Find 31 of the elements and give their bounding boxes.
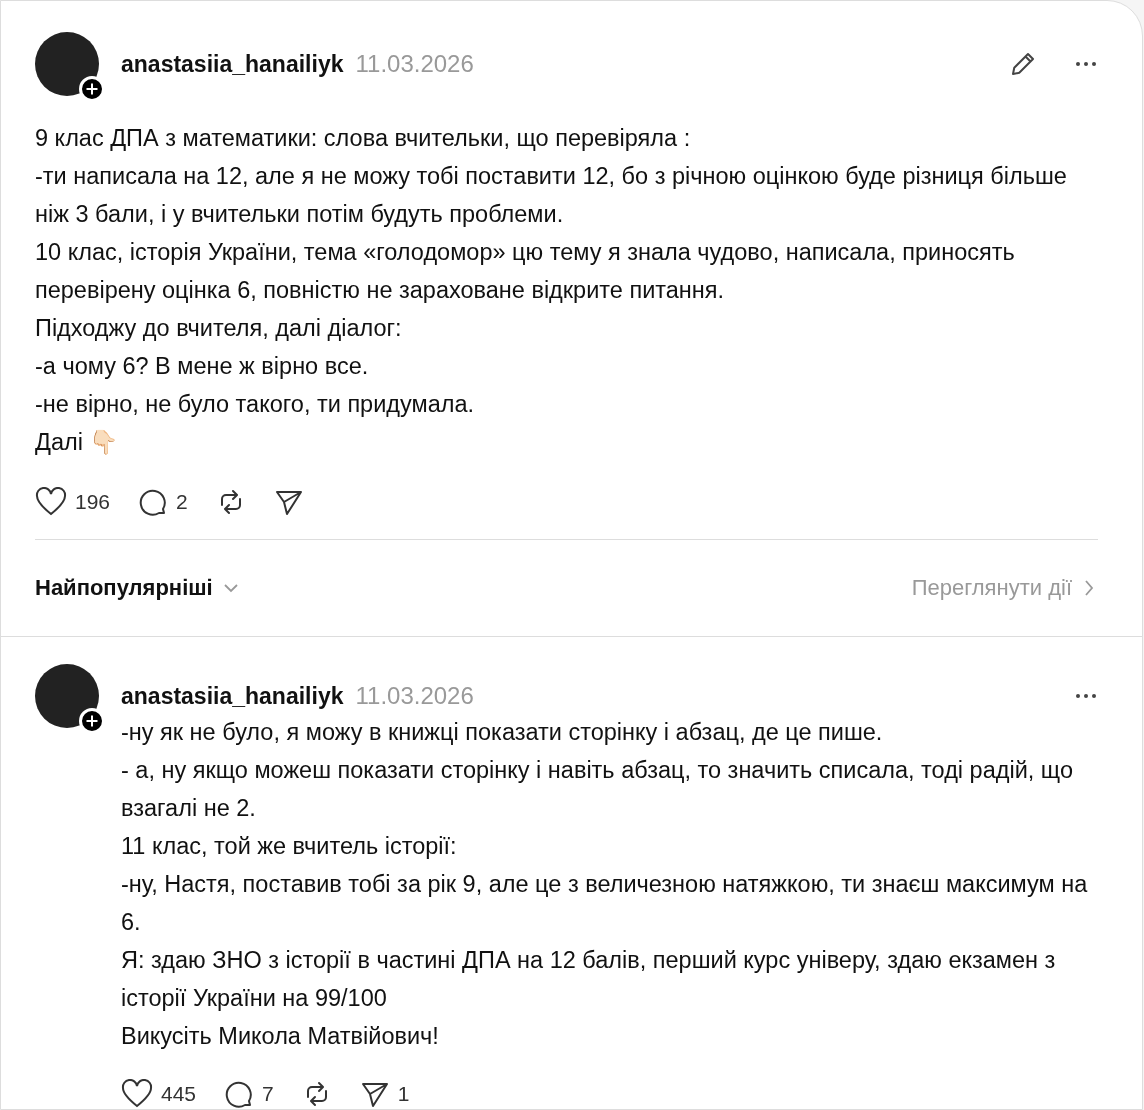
speech-bubble-icon[interactable]	[138, 487, 169, 517]
post-text: 10 клас, історія України, тема «голодомор» цю тему я знала чудово, написала, приносять перевірену оцінка 6, повністю не зараховане відкрите питання.	[35, 238, 1016, 305]
chevron-right-icon	[1084, 579, 1094, 597]
post-date: 11.03.2026	[355, 50, 474, 78]
action-count: 2	[176, 490, 188, 514]
chevron-down-icon	[222, 583, 239, 593]
post-text: Я: здаю ЗНО з історії в частині ДПА на 12 балів, перший курс універу, здаю екзамен з історії України на 99/100	[121, 946, 1057, 1013]
post-text: Підходжу до вчителя, далі діалог:	[35, 314, 403, 343]
post-text: 11 клас, той же вчитель історії:	[121, 832, 458, 861]
post-text: -не вірно, не було такого, ти придумала.	[35, 390, 476, 419]
post-text: Далі 👇🏻	[35, 428, 120, 457]
action-count: 1	[397, 1082, 410, 1106]
more-options-icon[interactable]	[1074, 61, 1098, 67]
sort-dropdown[interactable]: Найпопулярніші	[35, 575, 239, 601]
heart-icon[interactable]	[121, 1079, 153, 1109]
post-date: 11.03.2026	[355, 682, 474, 710]
action-count: 196	[75, 490, 111, 514]
post-text: 9 клас ДПА з математики: слова вчительки, що перевіряла :	[35, 124, 692, 153]
author-name[interactable]: anastasiia_hanailiyk	[121, 50, 344, 78]
post-text: Викусіть Микола Матвійович!	[121, 1022, 440, 1051]
action-count: 7	[262, 1082, 274, 1106]
post-text: -а чому 6? В мене ж вірно все.	[35, 352, 370, 381]
action-count: 445	[161, 1082, 197, 1106]
post-text: - а, ну якщо можеш показати сторінку і навіть абзац, то значить списала, тоді радій, що взагалі не 2.	[121, 756, 1074, 823]
heart-icon[interactable]	[35, 487, 67, 517]
post-text: -ти написала на 12, але я не можу тобі поставити 12, бо з річною оцінкою буде різниця більше ніж 3 бали, і у вчительки потім будуть проблеми.	[35, 162, 1068, 229]
speech-bubble-icon[interactable]	[224, 1079, 255, 1109]
post-text: -ну як не було, я можу в книжці показати сторінку і абзац, де це пише.	[121, 718, 884, 747]
more-options-icon[interactable]	[1074, 693, 1098, 699]
author-name[interactable]: anastasiia_hanailiyk	[121, 682, 344, 710]
post-text: -ну, Настя, поставив тобі за рік 9, але це з величезною натяжкою, ти знаєш максимум на 6.	[121, 870, 1089, 937]
